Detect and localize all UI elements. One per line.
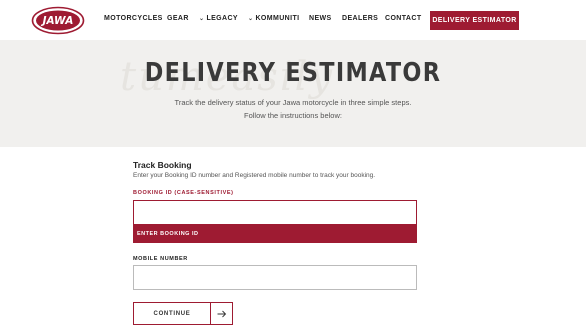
continue-button[interactable]: CONTINUE [133,302,211,325]
arrow-right-icon [217,310,226,317]
nav-legacy-label: LEGACY [206,15,239,22]
form-description: Enter your Booking ID number and Registe… [133,172,376,179]
nav-kommuniti-label: KOMMUNITI [255,15,300,22]
chevron-down-icon: ⌄ [248,16,254,22]
nav-motorcycles[interactable]: MOTORCYCLES [104,15,163,22]
continue-arrow-button[interactable] [210,302,233,325]
booking-id-error: ENTER BOOKING ID [133,225,417,243]
nav-legacy[interactable]: ⌄ LEGACY [199,15,238,22]
nav-dealers[interactable]: DEALERS [342,15,378,22]
booking-id-input[interactable] [133,200,417,225]
nav-gear[interactable]: GEAR [167,15,189,22]
form-title: Track Booking [133,160,192,170]
hero-subtitle-line1: Track the delivery status of your Jawa m… [174,98,412,107]
hero-banner: tumeasily DELIVERY ESTIMATOR Track the d… [0,40,586,147]
nav-contact[interactable]: CONTACT [385,15,422,22]
chevron-down-icon: ⌄ [199,16,205,22]
nav-news[interactable]: NEWS [309,15,332,22]
page-title: DELIVERY ESTIMATOR [144,58,442,88]
main-nav: MOTORCYCLES GEAR ⌄ LEGACY ⌄ KOMMUNITI NEWS… [0,0,586,40]
delivery-estimator-button[interactable]: DELIVERY ESTIMATOR [430,11,519,30]
hero-subtitle-line2: Follow the instructions below: [244,111,342,120]
site-header: JAWA MOTORCYCLES GEAR ⌄ LEGACY ⌄ KOMMUNITI… [0,0,586,40]
mobile-number-label: MOBILE NUMBER [133,256,188,262]
nav-kommuniti[interactable]: ⌄ KOMMUNITI [248,15,299,22]
mobile-number-input[interactable] [133,265,417,290]
booking-id-label: BOOKING ID (CASE-SENSITIVE) [133,190,234,196]
